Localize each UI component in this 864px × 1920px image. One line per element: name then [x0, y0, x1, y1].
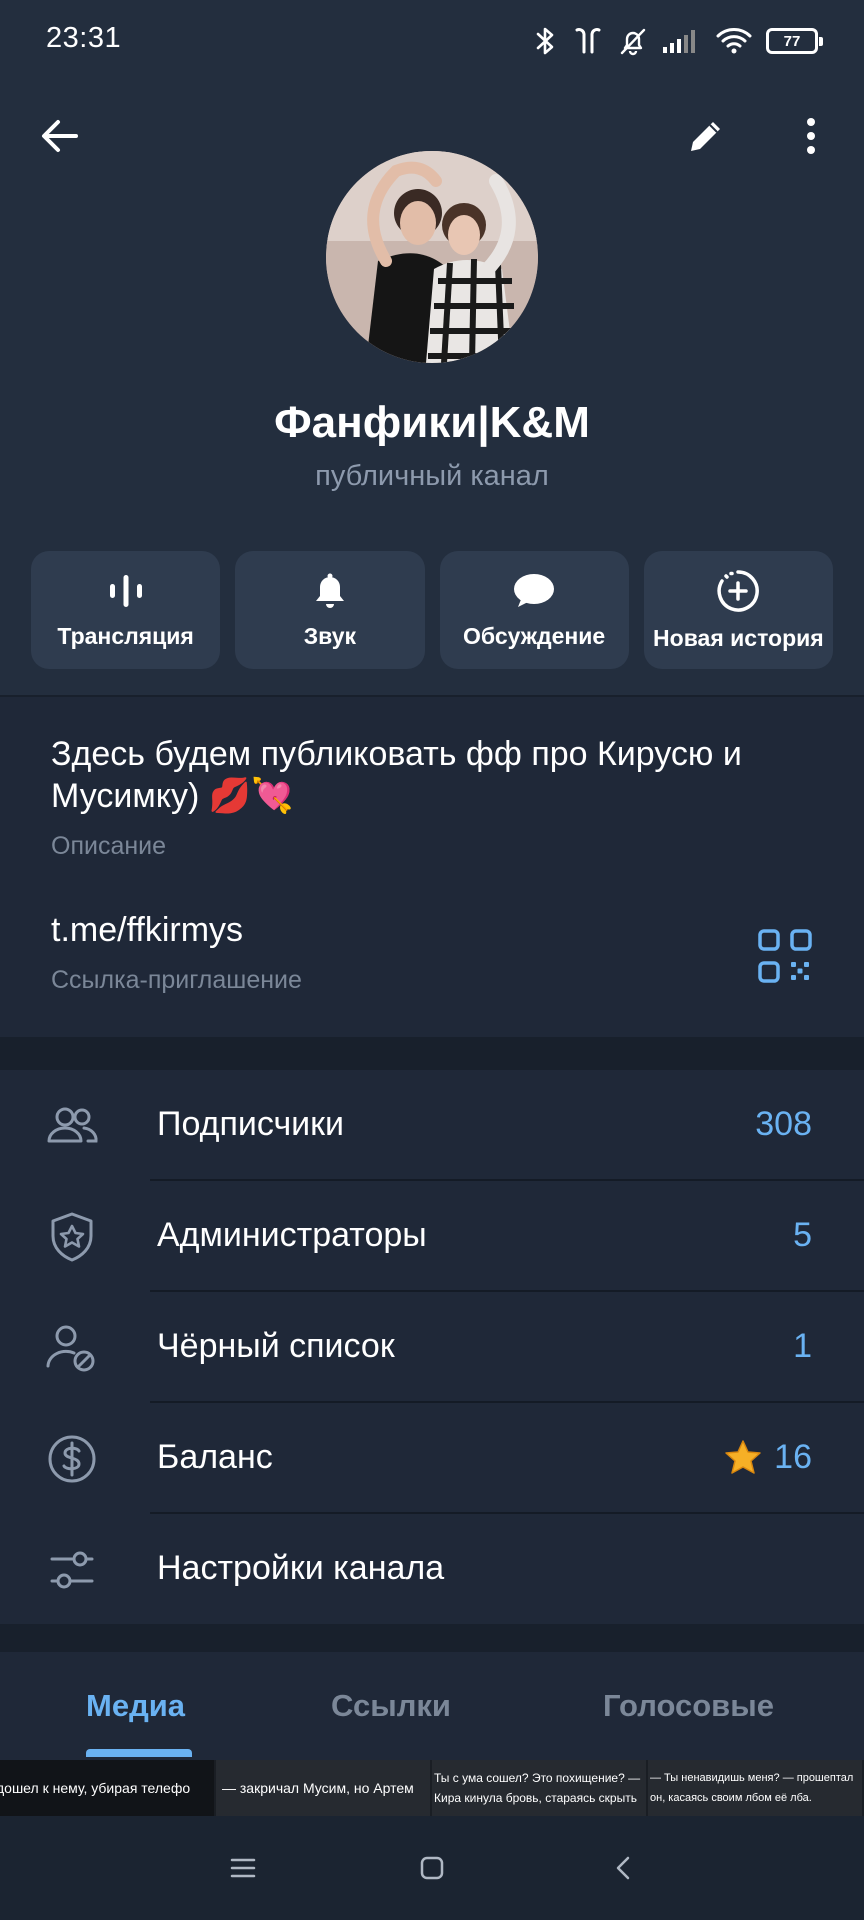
menu-item-admins[interactable]: Администраторы 5 [0, 1181, 864, 1292]
arrow-left-icon [42, 120, 78, 152]
blacklist-count: 1 [793, 1327, 812, 1365]
balance-label: Баланс [157, 1438, 273, 1476]
channel-avatar[interactable] [326, 151, 538, 363]
bell-icon [315, 573, 344, 608]
media-thumbnail[interactable]: — закричал Мусим, но Артем [216, 1760, 432, 1816]
subscribers-count: 308 [755, 1105, 812, 1143]
channel-title: Фанфики|K&M [274, 398, 590, 447]
settings-sliders-icon [50, 1551, 94, 1589]
wifi-icon [716, 28, 752, 54]
media-thumbnail[interactable]: Ты с ума сошел? Это похищение? — Кира ки… [432, 1760, 648, 1816]
channel-menu: Подписчики 308 Администраторы 5 Чёрный с… [0, 1070, 864, 1624]
discussion-button[interactable]: Обсуждение [439, 551, 629, 669]
menu-item-blacklist[interactable]: Чёрный список 1 [0, 1292, 864, 1403]
channel-type: публичный канал [315, 460, 549, 492]
menu-item-subscribers[interactable]: Подписчики 308 [0, 1070, 864, 1181]
add-story-icon [717, 569, 760, 612]
menu-item-channel-settings[interactable]: Настройки канала [0, 1514, 864, 1625]
new-story-button[interactable]: Новая история [643, 551, 833, 669]
thumbnail-text: дошел к нему, убирая телефо [0, 1780, 191, 1796]
bell-off-icon [620, 28, 646, 56]
discussion-label: Обсуждение [463, 622, 606, 649]
media-grid: дошел к нему, убирая телефо — закричал М… [0, 1760, 864, 1816]
tab-media[interactable]: Медиа [86, 1688, 185, 1724]
balance-value: 16 [724, 1438, 812, 1477]
media-thumbnail[interactable]: дошел к нему, убирая телефо [0, 1760, 216, 1816]
earbuds-icon [575, 28, 601, 54]
subscribers-label: Подписчики [157, 1105, 345, 1143]
square-home-icon [420, 1856, 444, 1880]
avatar-photo [326, 151, 538, 363]
thumbnail-text: — закричал Мусим, но Артем [222, 1780, 414, 1796]
new-story-label: Новая история [653, 624, 824, 651]
profile-header: 23:31 77 Фанфики|K&M публичный канал Тра… [0, 0, 864, 695]
star-icon [725, 1439, 761, 1474]
blacklist-label: Чёрный список [157, 1327, 395, 1365]
action-buttons: Трансляция Звук Обсуждение Новая история [31, 551, 833, 669]
media-tabs: Медиа Ссылки Голосовые [0, 1652, 864, 1760]
more-options-button[interactable] [781, 106, 841, 166]
media-thumbnail[interactable]: — Ты ненавидишь меня? — прошептал он, ка… [648, 1760, 864, 1816]
menu-lines-icon [230, 1858, 256, 1878]
back-button[interactable] [30, 106, 90, 166]
invite-link-label: Ссылка-приглашение [51, 966, 302, 994]
balance-amount: 16 [774, 1438, 812, 1476]
channel-settings-label: Настройки канала [157, 1549, 445, 1587]
sound-label: Звук [303, 622, 357, 649]
tab-links[interactable]: Ссылки [331, 1688, 451, 1724]
broadcast-label: Трансляция [57, 622, 194, 649]
chat-bubble-icon [514, 573, 555, 607]
battery-icon: 77 [766, 28, 823, 54]
signal-icon [663, 30, 695, 53]
status-icons: 77 [532, 24, 823, 58]
subscribers-icon [47, 1107, 98, 1143]
qr-code-button[interactable] [756, 927, 814, 985]
admin-shield-icon [51, 1212, 93, 1262]
invite-link[interactable]: t.me/ffkirmys [51, 911, 243, 950]
thumbnail-text: — Ты ненавидишь меня? — прошептал он, ка… [650, 1772, 854, 1804]
bluetooth-icon [536, 27, 554, 55]
broadcast-icon [109, 574, 142, 607]
home-button[interactable] [410, 1846, 454, 1890]
tab-voice[interactable]: Голосовые [603, 1688, 774, 1724]
active-tab-indicator [86, 1749, 192, 1757]
menu-item-balance[interactable]: Баланс 16 [0, 1403, 864, 1514]
system-navigation-bar [0, 1816, 864, 1920]
blocked-user-icon [46, 1325, 95, 1372]
status-time: 23:31 [46, 22, 122, 54]
pencil-icon [691, 122, 720, 151]
system-back-button[interactable] [601, 1846, 645, 1890]
balance-dollar-icon [48, 1435, 96, 1483]
battery-level: 77 [783, 32, 801, 50]
qr-code-icon [758, 929, 812, 983]
description-label: Описание [51, 832, 167, 860]
chevron-left-icon [616, 1856, 630, 1880]
status-bar: 23:31 77 [0, 0, 864, 84]
sound-button[interactable]: Звук [235, 551, 425, 669]
admins-count: 5 [793, 1216, 812, 1254]
recent-apps-button[interactable] [221, 1846, 265, 1890]
thumbnail-text: Ты с ума сошел? Это похищение? — Кира ки… [434, 1771, 641, 1805]
admins-label: Администраторы [157, 1216, 427, 1254]
channel-description: Здесь будем публиковать фф про Кирусю и … [51, 735, 742, 815]
edit-button[interactable] [676, 106, 736, 166]
broadcast-button[interactable]: Трансляция [31, 551, 221, 669]
more-vertical-icon [807, 118, 815, 154]
